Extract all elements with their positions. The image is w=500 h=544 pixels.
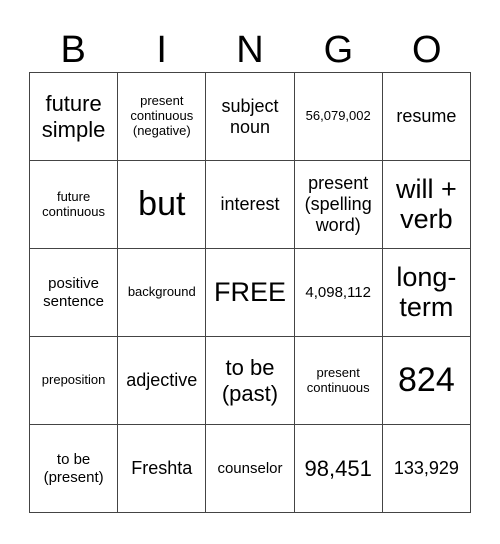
bingo-cell[interactable]: 4,098,112	[294, 249, 383, 337]
bingo-cell[interactable]: present continuous	[294, 337, 383, 425]
free-space-cell[interactable]: FREE	[206, 249, 295, 337]
bingo-cell[interactable]: adjective	[118, 337, 207, 425]
bingo-cell[interactable]: present (spelling word)	[294, 161, 383, 249]
bingo-cell[interactable]: long-term	[382, 249, 471, 337]
bingo-cell[interactable]: interest	[206, 161, 295, 249]
bingo-board: future simple present continuous (negati…	[29, 72, 471, 513]
header-letter-g: G	[323, 29, 354, 71]
bingo-cell[interactable]: but	[118, 161, 207, 249]
bingo-cell[interactable]: future simple	[30, 73, 119, 161]
bingo-cell[interactable]: present continuous (negative)	[118, 73, 207, 161]
bingo-cell[interactable]: preposition	[30, 337, 119, 425]
header-letter-o: O	[412, 29, 442, 71]
bingo-cell[interactable]: to be (past)	[206, 337, 295, 425]
bingo-header: B I N G O	[29, 28, 471, 72]
bingo-cell[interactable]: future continuous	[30, 161, 119, 249]
bingo-cell[interactable]: positive sentence	[30, 249, 119, 337]
bingo-cell[interactable]: will + verb	[382, 161, 471, 249]
bingo-cell[interactable]: 98,451	[294, 425, 383, 513]
bingo-cell[interactable]: 824	[382, 337, 471, 425]
header-letter-b: B	[60, 29, 86, 71]
bingo-cell[interactable]: 56,079,002	[294, 73, 383, 161]
bingo-cell[interactable]: resume	[382, 73, 471, 161]
bingo-cell[interactable]: counselor	[206, 425, 295, 513]
header-letter-n: N	[236, 29, 264, 71]
bingo-cell[interactable]: background	[118, 249, 207, 337]
header-letter-i: I	[156, 29, 167, 71]
bingo-cell[interactable]: subject noun	[206, 73, 295, 161]
bingo-cell[interactable]: 133,929	[382, 425, 471, 513]
bingo-cell[interactable]: to be (present)	[30, 425, 119, 513]
bingo-cell[interactable]: Freshta	[118, 425, 207, 513]
